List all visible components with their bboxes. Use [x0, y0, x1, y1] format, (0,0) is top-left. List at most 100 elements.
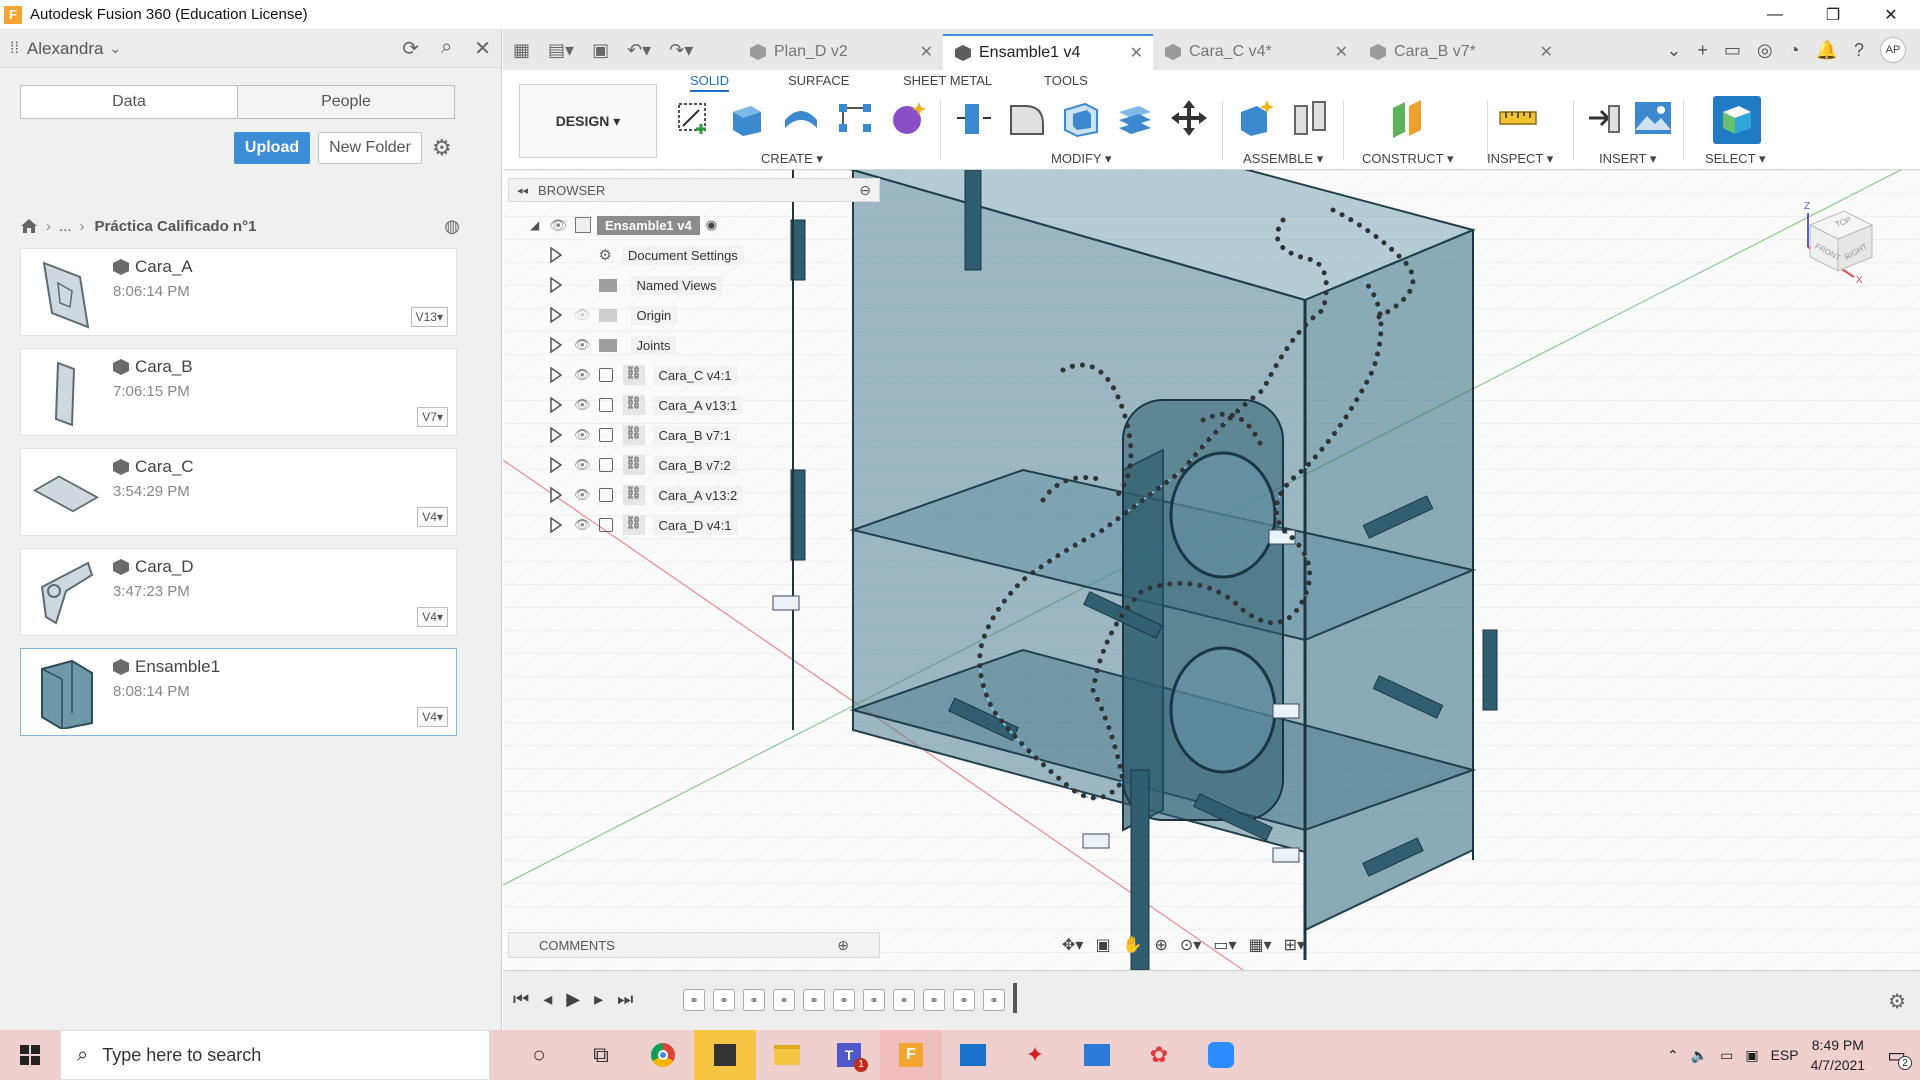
combine-icon[interactable] — [1115, 98, 1155, 138]
joint-feature-icon[interactable]: ⚭ — [773, 989, 795, 1011]
inspect-group-label[interactable]: INSPECT ▾ — [1487, 151, 1553, 167]
user-dropdown[interactable]: Alexandra — [27, 39, 104, 59]
doc-tab-cara-b[interactable]: Cara_B v7* ✕ — [1358, 34, 1563, 70]
extensions-icon[interactable]: ◎ — [1757, 40, 1773, 61]
joint-icon[interactable] — [1291, 98, 1331, 138]
version-dropdown[interactable]: V4 ▾ — [417, 607, 448, 627]
sweep-icon[interactable] — [835, 98, 875, 138]
expand-triangle-icon[interactable] — [550, 487, 562, 503]
tab-tools[interactable]: TOOLS — [1044, 73, 1088, 88]
go-to-start-icon[interactable]: ⏮ — [513, 989, 529, 1010]
new-tab-icon[interactable]: + — [1697, 40, 1708, 61]
visibility-eye-icon[interactable]: 👁 — [574, 517, 591, 533]
cortana-icon[interactable]: ○ — [508, 1030, 570, 1080]
tab-surface[interactable]: SURFACE — [788, 73, 849, 88]
version-dropdown[interactable]: V7 ▾ — [417, 407, 448, 427]
pan-hand-icon[interactable]: ✋ — [1123, 935, 1143, 955]
paint-icon[interactable]: ✿ — [1128, 1030, 1190, 1080]
browser-item[interactable]: 👁 Origin — [550, 300, 678, 330]
joint-feature-icon[interactable]: ⚭ — [833, 989, 855, 1011]
visibility-eye-icon[interactable]: 👁 — [574, 427, 591, 443]
data-panel-toggle-icon[interactable]: ▦ — [513, 40, 530, 61]
browser-item[interactable]: 👁 ⛓ Cara_A v13:2 — [550, 480, 744, 510]
joint-feature-icon[interactable]: ⚭ — [863, 989, 885, 1011]
expand-triangle-icon[interactable] — [550, 517, 562, 533]
windows-start-button[interactable] — [0, 1030, 60, 1080]
shell-icon[interactable] — [1061, 98, 1101, 138]
workspace-switcher[interactable]: DESIGN ▾ — [519, 84, 657, 158]
visibility-eye-icon[interactable]: 👁 — [549, 217, 567, 234]
joint-feature-icon[interactable]: ⚭ — [743, 989, 765, 1011]
create-group-label[interactable]: CREATE ▾ — [761, 151, 823, 167]
close-tab-icon[interactable]: ✕ — [1540, 42, 1553, 62]
battery-icon[interactable]: ▭ — [1720, 1047, 1733, 1064]
save-icon[interactable]: ▣ — [592, 40, 609, 61]
doc-tab-plan-d[interactable]: Plan_D v2 ✕ — [738, 34, 943, 70]
joint-feature-icon[interactable]: ⚭ — [713, 989, 735, 1011]
job-status-icon[interactable]: ◔ — [1789, 40, 1800, 61]
step-back-icon[interactable]: ◂ — [543, 989, 552, 1010]
file-card[interactable]: Cara_B 7:06:15 PM V7 ▾ — [20, 348, 457, 436]
expand-triangle-icon[interactable] — [550, 277, 562, 293]
display-settings-icon[interactable]: ▭▾ — [1213, 935, 1236, 955]
taskbar-clock[interactable]: 8:49 PM 4/7/2021 — [1811, 1035, 1866, 1075]
notification-center-icon[interactable]: ▭ 2 — [1887, 1043, 1912, 1070]
expand-triangle-icon[interactable] — [550, 247, 562, 263]
new-folder-button[interactable]: New Folder — [318, 132, 422, 164]
version-dropdown[interactable]: V13 ▾ — [410, 307, 448, 327]
create-sketch-icon[interactable] — [673, 98, 713, 138]
file-menu-icon[interactable]: ▤▾ — [548, 40, 574, 61]
tray-expand-icon[interactable]: ⌃ — [1667, 1047, 1679, 1064]
joint-feature-icon[interactable]: ⚭ — [803, 989, 825, 1011]
tab-sheet-metal[interactable]: SHEET METAL — [903, 73, 992, 88]
settings-gear-icon[interactable]: ⚙ — [432, 135, 452, 161]
photos-icon[interactable] — [1066, 1030, 1128, 1080]
browser-header[interactable]: ◂◂ BROWSER ⊖ — [508, 178, 880, 202]
zoom-window-icon[interactable]: ⊙▾ — [1180, 935, 1201, 955]
browser-item[interactable]: 👁 ⛓ Cara_D v4:1 — [550, 510, 738, 540]
assemble-group-label[interactable]: ASSEMBLE ▾ — [1243, 151, 1323, 167]
network-icon[interactable]: ▣ — [1745, 1047, 1758, 1064]
help-icon[interactable]: ? — [1854, 40, 1864, 61]
play-icon[interactable]: ▶ — [566, 989, 580, 1010]
tab-solid[interactable]: SOLID — [690, 73, 730, 92]
teams-icon[interactable]: T1 — [818, 1030, 880, 1080]
construct-group-label[interactable]: CONSTRUCT ▾ — [1362, 151, 1454, 167]
volume-icon[interactable]: 🔈 — [1691, 1047, 1708, 1064]
activate-radio-icon[interactable]: ◉ — [706, 217, 717, 233]
video-app-icon[interactable] — [942, 1030, 1004, 1080]
comment-icon[interactable]: ▭ — [1724, 40, 1741, 61]
offset-plane-icon[interactable] — [1387, 98, 1427, 138]
close-tab-icon[interactable]: ✕ — [1335, 42, 1348, 62]
joint-feature-icon[interactable]: ⚭ — [983, 989, 1005, 1011]
browser-item[interactable]: 👁Named Views — [550, 270, 723, 300]
expand-triangle-icon[interactable] — [550, 367, 562, 383]
globe-icon[interactable]: ◍ — [444, 216, 460, 237]
root-component-label[interactable]: Ensamble1 v4 — [597, 215, 700, 235]
joint-feature-icon[interactable]: ⚭ — [893, 989, 915, 1011]
redo-icon[interactable]: ↷▾ — [669, 40, 693, 61]
insert-derive-icon[interactable] — [1583, 98, 1623, 138]
fusion360-taskbar-icon[interactable]: F — [880, 1030, 942, 1080]
minimize-browser-icon[interactable]: ⊖ — [859, 182, 871, 199]
doc-tab-cara-c[interactable]: Cara_C v4* ✕ — [1153, 34, 1358, 70]
undo-icon[interactable]: ↶▾ — [627, 40, 651, 61]
new-component-icon[interactable] — [1237, 98, 1277, 138]
insert-group-label[interactable]: INSERT ▾ — [1599, 151, 1656, 167]
taskbar-search-box[interactable]: ⌕ Type here to search — [60, 1030, 490, 1080]
look-at-icon[interactable]: ▣ — [1095, 935, 1110, 955]
restore-button[interactable]: ❐ — [1804, 0, 1862, 30]
red-app-icon[interactable]: ✦ — [1004, 1030, 1066, 1080]
file-card[interactable]: Cara_D 3:47:23 PM V4 ▾ — [20, 548, 457, 636]
visibility-eye-icon[interactable]: 👁 — [574, 367, 591, 383]
visibility-eye-icon[interactable]: 👁 — [574, 307, 591, 323]
visibility-eye-icon[interactable]: 👁 — [574, 397, 591, 413]
measure-icon[interactable] — [1498, 98, 1538, 138]
browser-item[interactable]: 👁 ⛓ Cara_B v7:1 — [550, 420, 737, 450]
visibility-eye-icon[interactable]: 👁 — [574, 457, 591, 473]
file-card[interactable]: Cara_C 3:54:29 PM V4 ▾ — [20, 448, 457, 536]
browser-item[interactable]: 👁⚙Document Settings — [550, 240, 744, 270]
select-icon[interactable] — [1713, 96, 1761, 144]
doc-tab-ensamble1[interactable]: Ensamble1 v4 ✕ — [943, 34, 1153, 70]
tab-people[interactable]: People — [237, 86, 454, 118]
